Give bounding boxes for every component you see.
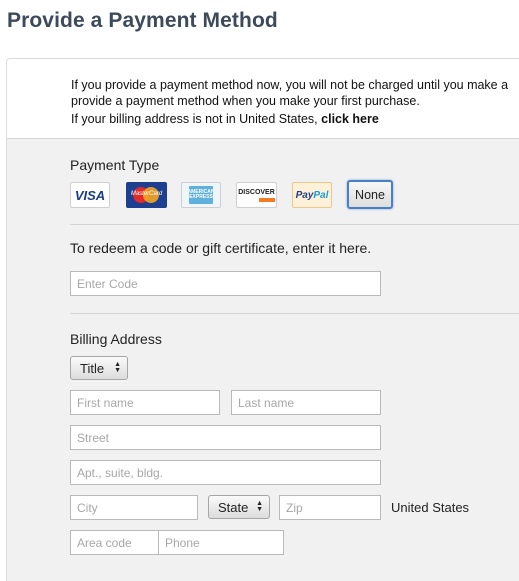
notice-line-3-text: If your billing address is not in United…	[71, 112, 322, 126]
none-payment-button[interactable]: None	[347, 180, 393, 209]
page-title: Provide a Payment Method	[7, 9, 278, 32]
visa-logo: VISA	[74, 187, 106, 203]
redeem-label: To redeem a code or gift certificate, en…	[70, 240, 372, 256]
select-arrows-icon: ▲ ▼	[114, 361, 121, 374]
last-name-input[interactable]	[231, 390, 381, 415]
billing-address-label: Billing Address	[70, 331, 162, 347]
paypal-option[interactable]: PayPal	[292, 182, 332, 208]
first-name-input[interactable]	[70, 390, 220, 415]
select-arrows-icon: ▲ ▼	[256, 500, 263, 513]
amex-logo: AMERICAN EXPRESS	[188, 186, 214, 204]
amex-card-option[interactable]: AMERICAN EXPRESS	[181, 182, 221, 208]
state-select-value: State	[218, 499, 249, 515]
discover-card-option[interactable]: DISCOVER	[236, 182, 277, 208]
paypal-logo: PayPal	[295, 189, 329, 201]
payment-type-label: Payment Type	[70, 157, 160, 173]
apt-suite-input[interactable]	[70, 460, 381, 485]
discover-logo: DISCOVER	[238, 188, 275, 196]
click-here-link[interactable]: click here	[321, 112, 379, 126]
phone-input[interactable]	[158, 530, 284, 555]
visa-card-option[interactable]: VISA	[70, 182, 110, 208]
street-input[interactable]	[70, 425, 381, 450]
city-input[interactable]	[70, 495, 198, 520]
notice-line-2: provide a payment method when you make y…	[71, 94, 420, 108]
title-select-value: Title	[80, 360, 105, 376]
mastercard-logo: MasterCard	[129, 186, 165, 204]
payment-form-panel: If you provide a payment method now, you…	[6, 58, 519, 581]
title-select[interactable]: Title ▲ ▼	[70, 356, 128, 380]
country-label: United States	[391, 500, 470, 515]
divider	[70, 224, 519, 225]
state-select[interactable]: State ▲ ▼	[208, 495, 270, 519]
billing-notice: If you provide a payment method now, you…	[7, 59, 519, 139]
redeem-code-input[interactable]	[70, 271, 381, 296]
zip-input[interactable]	[279, 495, 381, 520]
area-code-input[interactable]	[70, 530, 159, 555]
notice-line-1: If you provide a payment method now, you…	[71, 78, 509, 92]
mastercard-option[interactable]: MasterCard	[126, 182, 167, 208]
divider	[70, 313, 519, 314]
notice-line-3: If your billing address is not in United…	[71, 112, 379, 126]
